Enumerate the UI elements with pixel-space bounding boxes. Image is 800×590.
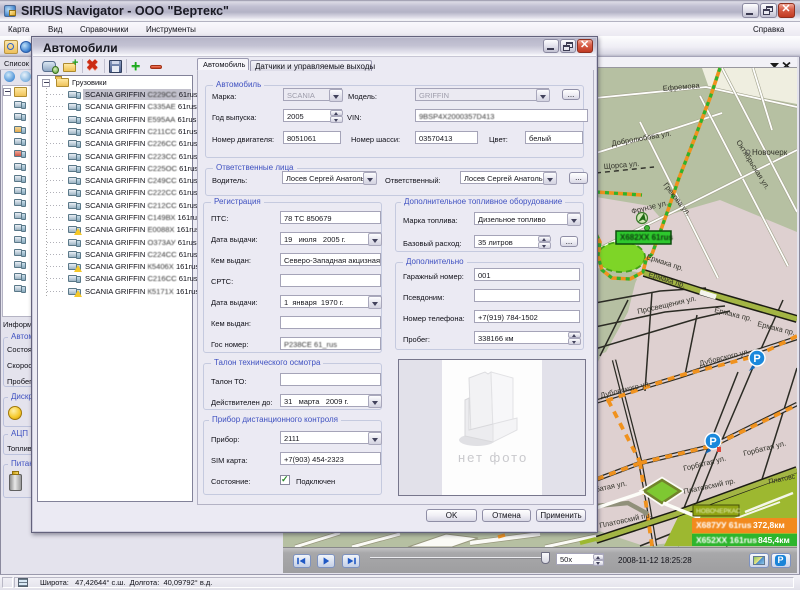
svg-text:Х652ХХ 161rus: Х652ХХ 161rus (696, 535, 757, 545)
svg-text:845,4км: 845,4км (758, 535, 790, 545)
svg-text:372,8км: 372,8км (753, 520, 785, 530)
svg-text:Новочерк: Новочерк (752, 148, 788, 157)
svg-text:P: P (709, 436, 716, 448)
svg-text:НОВОЧЕРКАС: НОВОЧЕРКАС (696, 508, 741, 515)
svg-text:Х682ХХ 61rus: Х682ХХ 61rus (620, 233, 673, 242)
svg-text:Х687УУ 61rus: Х687УУ 61rus (696, 520, 752, 530)
svg-text:P: P (753, 353, 760, 365)
